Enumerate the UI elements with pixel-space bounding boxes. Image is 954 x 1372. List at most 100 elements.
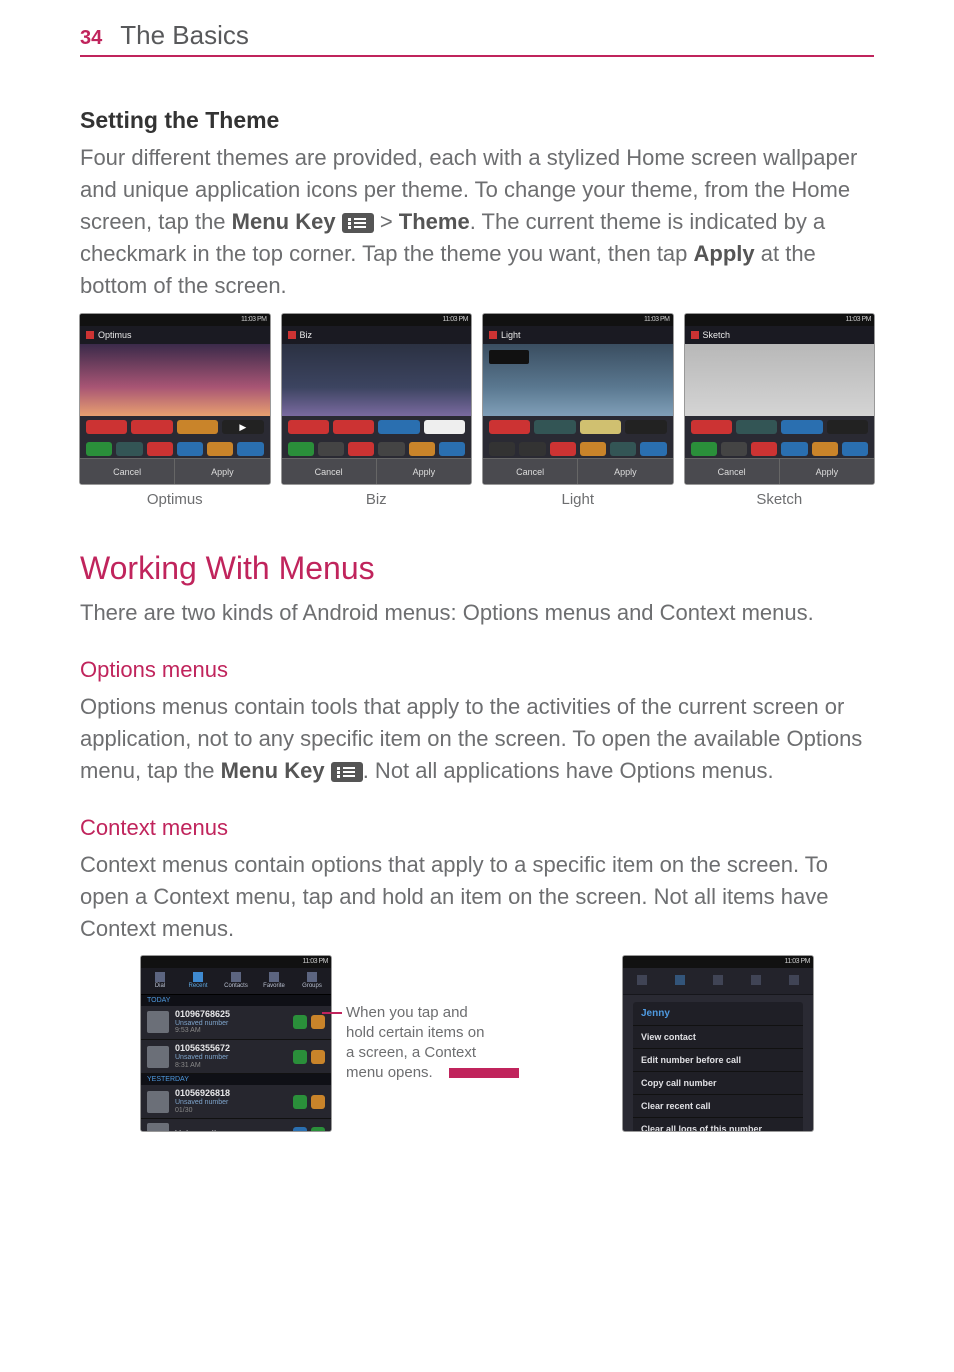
call-row[interactable]: 01056355672 Unsaved number 8:31 AM bbox=[141, 1040, 331, 1074]
app-icon bbox=[439, 442, 465, 456]
options-paragraph: Options menus contain tools that apply t… bbox=[80, 691, 874, 787]
message-icon[interactable] bbox=[311, 1095, 325, 1109]
call-sub: Unsaved number bbox=[175, 1099, 287, 1107]
app-icon bbox=[318, 442, 344, 456]
screenshot-title: Optimus bbox=[80, 326, 270, 344]
theme-caption: Light bbox=[561, 491, 594, 508]
group-yesterday: YESTERDAY bbox=[141, 1074, 331, 1085]
app-icon bbox=[842, 442, 868, 456]
context-menu-title: Jenny bbox=[633, 1002, 803, 1026]
app-icon bbox=[409, 442, 435, 456]
app-icon bbox=[736, 420, 777, 434]
status-bar: 11:03 PM bbox=[282, 314, 472, 326]
button-row: Cancel Apply bbox=[80, 458, 270, 484]
app-icon bbox=[288, 420, 329, 434]
cancel-button[interactable]: Cancel bbox=[483, 458, 577, 484]
theme-label: Theme bbox=[399, 209, 470, 234]
row-actions bbox=[293, 1127, 325, 1131]
icon-row bbox=[685, 438, 875, 460]
status-bar: 11:03 PM bbox=[483, 314, 673, 326]
tab-label: Groups bbox=[302, 983, 322, 989]
apply-button[interactable]: Apply bbox=[577, 458, 672, 484]
button-row: Cancel Apply bbox=[282, 458, 472, 484]
call-icon[interactable] bbox=[293, 1127, 307, 1131]
theme-screenshot: 11:03 PM Sketch Cancel Apply bbox=[684, 313, 876, 485]
icon-row bbox=[282, 416, 472, 438]
call-sub: Unsaved number bbox=[175, 1020, 287, 1028]
message-icon[interactable] bbox=[311, 1050, 325, 1064]
tab-groups[interactable]: Groups bbox=[293, 968, 331, 994]
menu-item-clear-all[interactable]: Clear all logs of this number bbox=[633, 1118, 803, 1132]
app-icon bbox=[610, 442, 636, 456]
tab-favorite bbox=[737, 968, 775, 994]
menu-item-edit-number[interactable]: Edit number before call bbox=[633, 1049, 803, 1072]
tab-favorite[interactable]: Favorite bbox=[255, 968, 293, 994]
title-text: Biz bbox=[300, 326, 313, 344]
icon-row bbox=[685, 416, 875, 438]
caption-line: menu opens. bbox=[346, 1064, 433, 1081]
app-icon bbox=[177, 442, 203, 456]
caption-line: a screen, a Context bbox=[346, 1044, 476, 1061]
dial-icon bbox=[155, 972, 165, 982]
app-icon: ▶ bbox=[222, 420, 263, 434]
app-icon bbox=[781, 420, 822, 434]
call-icon[interactable] bbox=[293, 1050, 307, 1064]
theme-caption: Biz bbox=[366, 491, 387, 508]
menu-item-clear-recent[interactable]: Clear recent call bbox=[633, 1095, 803, 1118]
menu-item-copy-number[interactable]: Copy call number bbox=[633, 1072, 803, 1095]
setting-theme-heading: Setting the Theme bbox=[80, 107, 874, 134]
group-today: TODAY bbox=[141, 995, 331, 1006]
message-icon[interactable] bbox=[311, 1127, 325, 1131]
app-icon bbox=[348, 442, 374, 456]
tab-recent bbox=[661, 968, 699, 994]
tab-bar-dimmed bbox=[623, 968, 813, 995]
cancel-button[interactable]: Cancel bbox=[80, 458, 174, 484]
cancel-button[interactable]: Cancel bbox=[685, 458, 779, 484]
call-info: 01056926818 Unsaved number 01/30 bbox=[175, 1089, 287, 1114]
favorite-icon bbox=[751, 975, 761, 985]
theme-card-biz: 11:03 PM Biz Cancel Apply Biz bbox=[282, 313, 472, 508]
apply-button[interactable]: Apply bbox=[779, 458, 874, 484]
tab-label: Dial bbox=[155, 983, 165, 989]
tab-contacts[interactable]: Contacts bbox=[217, 968, 255, 994]
call-row[interactable]: 01056926818 Unsaved number 01/30 bbox=[141, 1085, 331, 1119]
message-icon[interactable] bbox=[311, 1015, 325, 1029]
call-row[interactable]: 01096768625 Unsaved number 9:53 AM bbox=[141, 1006, 331, 1040]
menu-item-view-contact[interactable]: View contact bbox=[633, 1026, 803, 1049]
app-icon bbox=[333, 420, 374, 434]
theme-card-optimus: 11:03 PM Optimus ▶ Cancel Apply Optimus bbox=[80, 313, 270, 508]
menu-key-icon bbox=[331, 762, 363, 782]
wallpaper bbox=[80, 344, 270, 416]
status-bar: 11:03 PM bbox=[623, 956, 813, 968]
apply-button[interactable]: Apply bbox=[376, 458, 471, 484]
app-icon bbox=[721, 442, 747, 456]
menu-key-label: Menu Key bbox=[221, 758, 325, 783]
app-icon bbox=[489, 420, 530, 434]
cancel-button[interactable]: Cancel bbox=[282, 458, 376, 484]
apply-button[interactable]: Apply bbox=[174, 458, 269, 484]
call-icon[interactable] bbox=[293, 1095, 307, 1109]
call-time: 01/30 bbox=[175, 1107, 287, 1115]
apply-label: Apply bbox=[694, 241, 755, 266]
app-icon bbox=[177, 420, 218, 434]
tab-dial[interactable]: Dial bbox=[141, 968, 179, 994]
app-icon bbox=[207, 442, 233, 456]
recent-icon bbox=[193, 972, 203, 982]
tab-label: Favorite bbox=[263, 983, 285, 989]
working-intro: There are two kinds of Android menus: Op… bbox=[80, 597, 874, 629]
context-caption: When you tap and hold certain items on a… bbox=[346, 1003, 608, 1084]
tab-contacts bbox=[699, 968, 737, 994]
setting-theme-paragraph: Four different themes are provided, each… bbox=[80, 142, 874, 301]
title-text: Optimus bbox=[98, 326, 132, 344]
app-icon bbox=[812, 442, 838, 456]
call-icon[interactable] bbox=[293, 1015, 307, 1029]
status-bar: 11:03 PM bbox=[80, 314, 270, 326]
avatar bbox=[147, 1011, 169, 1033]
voicemail-label: Voicemail bbox=[175, 1130, 287, 1132]
text: . Not all applications have Options menu… bbox=[363, 758, 774, 783]
status-bar: 11:03 PM bbox=[685, 314, 875, 326]
tab-recent[interactable]: Recent bbox=[179, 968, 217, 994]
tab-dial bbox=[623, 968, 661, 994]
voicemail-row[interactable]: Voicemail bbox=[141, 1119, 331, 1131]
app-icon bbox=[147, 442, 173, 456]
